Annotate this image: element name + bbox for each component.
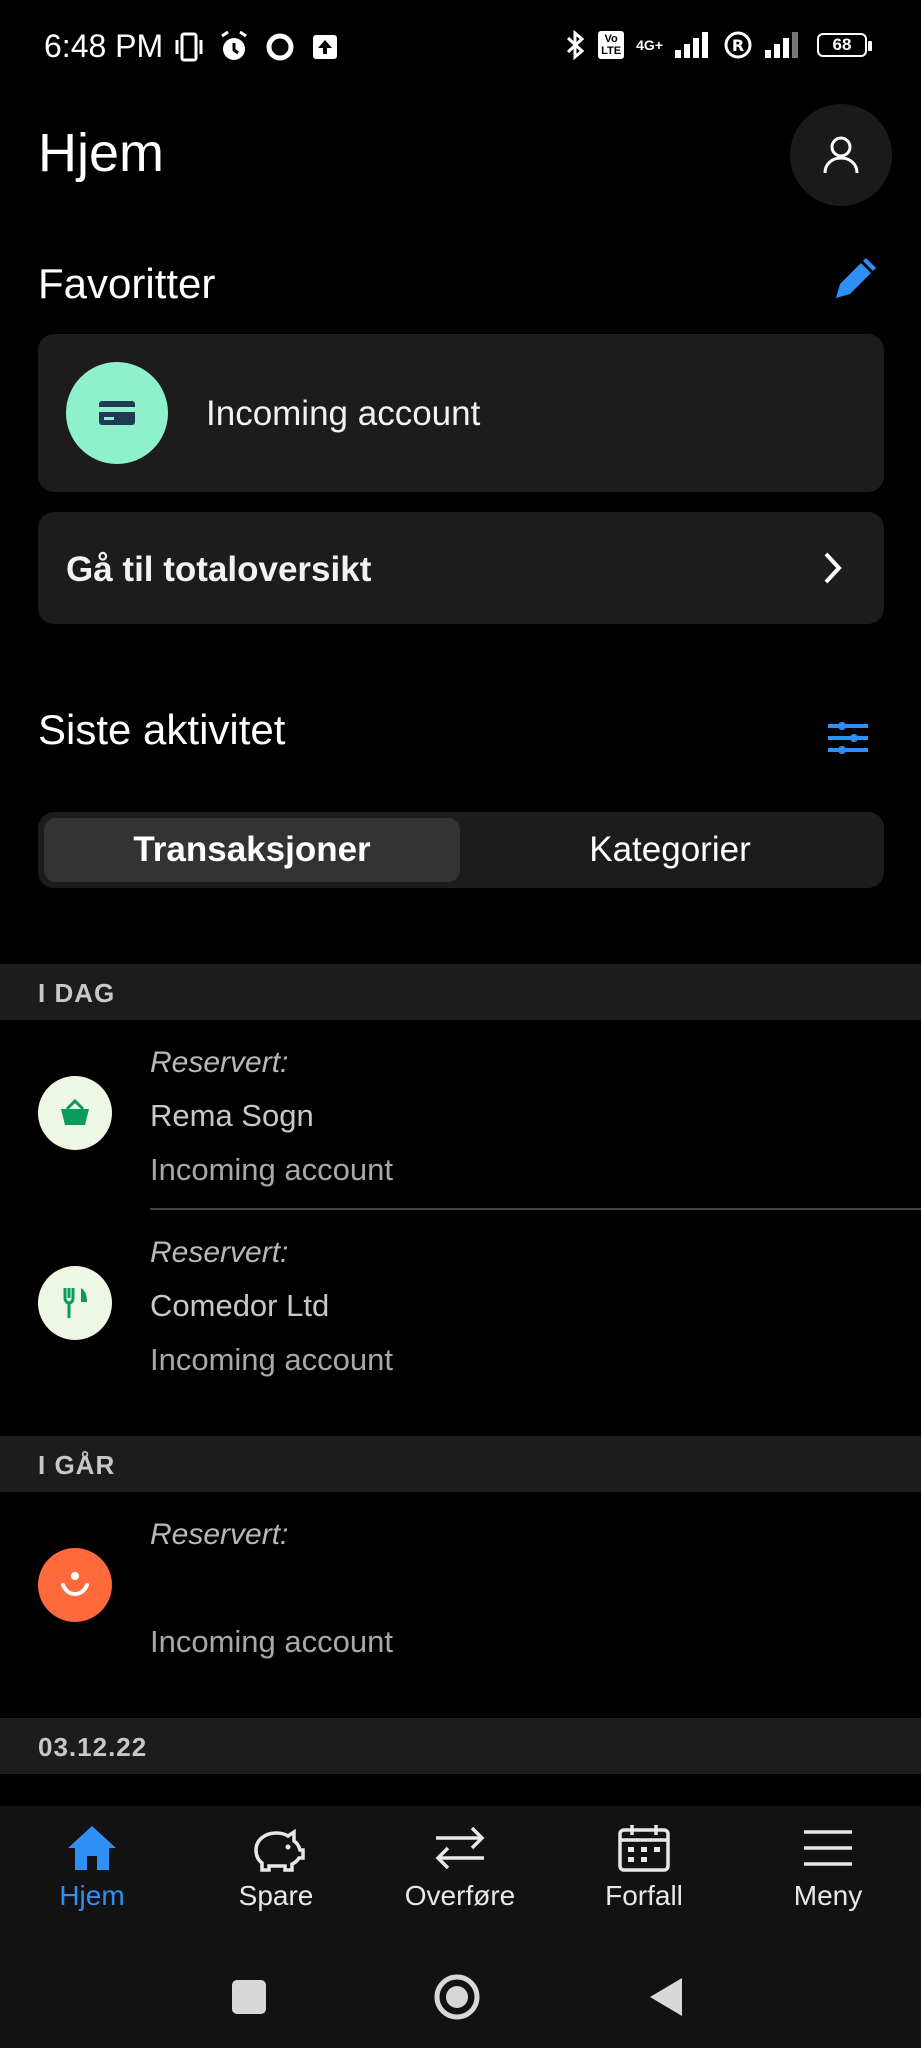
total-overview-link[interactable]: Gå til totaloversikt	[38, 512, 884, 624]
nav-transfer-label: Overføre	[404, 1880, 516, 1911]
transfer-arrows-icon	[435, 1826, 485, 1870]
group-header-label: 03.12.22	[38, 1732, 148, 1762]
signal-strength-2-icon	[765, 32, 798, 58]
svg-text:R: R	[732, 36, 744, 55]
nav-save[interactable]: Spare	[184, 1822, 368, 1932]
transaction-account: Incoming account	[150, 1152, 393, 1187]
volte-indicator: Vo LTE	[598, 31, 625, 59]
tab-transactions[interactable]: Transaksjoner	[44, 818, 460, 882]
roaming-icon: R	[724, 31, 752, 59]
home-button-icon[interactable]	[432, 1972, 482, 2022]
group-header-label: I GÅR	[38, 1450, 116, 1480]
nav-due[interactable]: Forfall	[552, 1822, 736, 1932]
transaction-status: Reservert:	[150, 1518, 289, 1551]
group-header-yesterday: I GÅR	[0, 1436, 921, 1492]
account-avatar	[66, 362, 168, 464]
merchant-avatar	[38, 1266, 112, 1340]
transaction-row[interactable]: Reservert: Incoming account	[0, 1492, 921, 1682]
sliders-icon	[828, 722, 868, 754]
transaction-status: Reservert:	[150, 1046, 289, 1079]
calendar-icon	[618, 1825, 670, 1872]
transaction-account: Incoming account	[150, 1342, 393, 1377]
system-navigation-bar	[0, 1946, 921, 2048]
transaction-account: Incoming account	[150, 1624, 393, 1659]
status-bar: 6:48 PM Vo LTE 4G+ R 68	[0, 0, 921, 96]
transaction-status: Reservert:	[150, 1236, 289, 1269]
home-icon	[68, 1826, 116, 1870]
activity-title: Siste aktivitet	[38, 706, 286, 753]
nav-menu[interactable]: Meny	[736, 1822, 920, 1932]
status-notification-icons	[174, 30, 340, 64]
status-system-icons: Vo LTE 4G+ R 68	[564, 30, 872, 60]
transaction-merchant: Comedor Ltd	[150, 1288, 330, 1323]
group-header-label: I DAG	[38, 978, 116, 1008]
pencil-icon	[836, 258, 876, 298]
profile-button[interactable]	[790, 104, 892, 206]
edit-favorites-button[interactable]	[828, 252, 882, 306]
alarm-icon	[221, 30, 247, 60]
nav-home-label: Hjem	[59, 1880, 125, 1911]
favorite-account-card[interactable]: Incoming account	[38, 334, 884, 492]
nav-menu-label: Meny	[793, 1880, 863, 1911]
nav-save-label: Spare	[238, 1880, 314, 1911]
filter-button[interactable]	[820, 710, 876, 766]
basket-icon	[61, 1098, 89, 1125]
upload-icon	[313, 35, 337, 59]
back-icon[interactable]	[646, 1974, 686, 2020]
hamburger-menu-icon	[804, 1830, 852, 1866]
status-time: 6:48 PM	[44, 28, 164, 64]
activity-tabs: Transaksjoner Kategorier	[38, 812, 884, 888]
transaction-row[interactable]: Reservert: Comedor Ltd Incoming account	[0, 1210, 921, 1400]
merchant-avatar	[38, 1076, 112, 1150]
tab-categories[interactable]: Kategorier	[462, 818, 878, 882]
nav-home[interactable]: Hjem	[0, 1822, 184, 1932]
vibrate-icon	[175, 32, 203, 62]
bluetooth-icon	[567, 30, 585, 60]
merchant-avatar	[38, 1548, 112, 1622]
user-icon	[823, 136, 859, 174]
battery-indicator: 68	[817, 33, 872, 57]
nav-due-label: Forfall	[605, 1880, 683, 1911]
favorites-title: Favoritter	[38, 260, 216, 307]
bottom-navigation: Hjem Spare Overføre Forfall Meny	[0, 1806, 921, 1946]
transaction-row[interactable]: Reservert: Rema Sogn Incoming account	[0, 1020, 921, 1208]
group-header-date: 03.12.22	[0, 1718, 921, 1774]
signal-strength-icon	[675, 32, 708, 58]
smile-icon	[61, 1572, 89, 1597]
circle-status-icon	[266, 33, 294, 61]
recent-apps-icon[interactable]	[230, 1978, 268, 2016]
total-overview-label: Gå til totaloversikt	[66, 550, 372, 589]
battery-level: 68	[832, 35, 852, 54]
piggy-bank-icon	[254, 1828, 305, 1872]
nav-transfer[interactable]: Overføre	[368, 1822, 552, 1932]
network-type: 4G+	[636, 37, 663, 53]
chevron-right-icon	[824, 552, 842, 584]
group-header-today: I DAG	[0, 964, 921, 1020]
credit-card-icon	[99, 401, 135, 425]
favorite-account-label: Incoming account	[206, 394, 481, 433]
page-title: Hjem	[38, 123, 165, 183]
transaction-merchant: Rema Sogn	[150, 1098, 314, 1133]
fork-knife-icon	[63, 1288, 87, 1318]
